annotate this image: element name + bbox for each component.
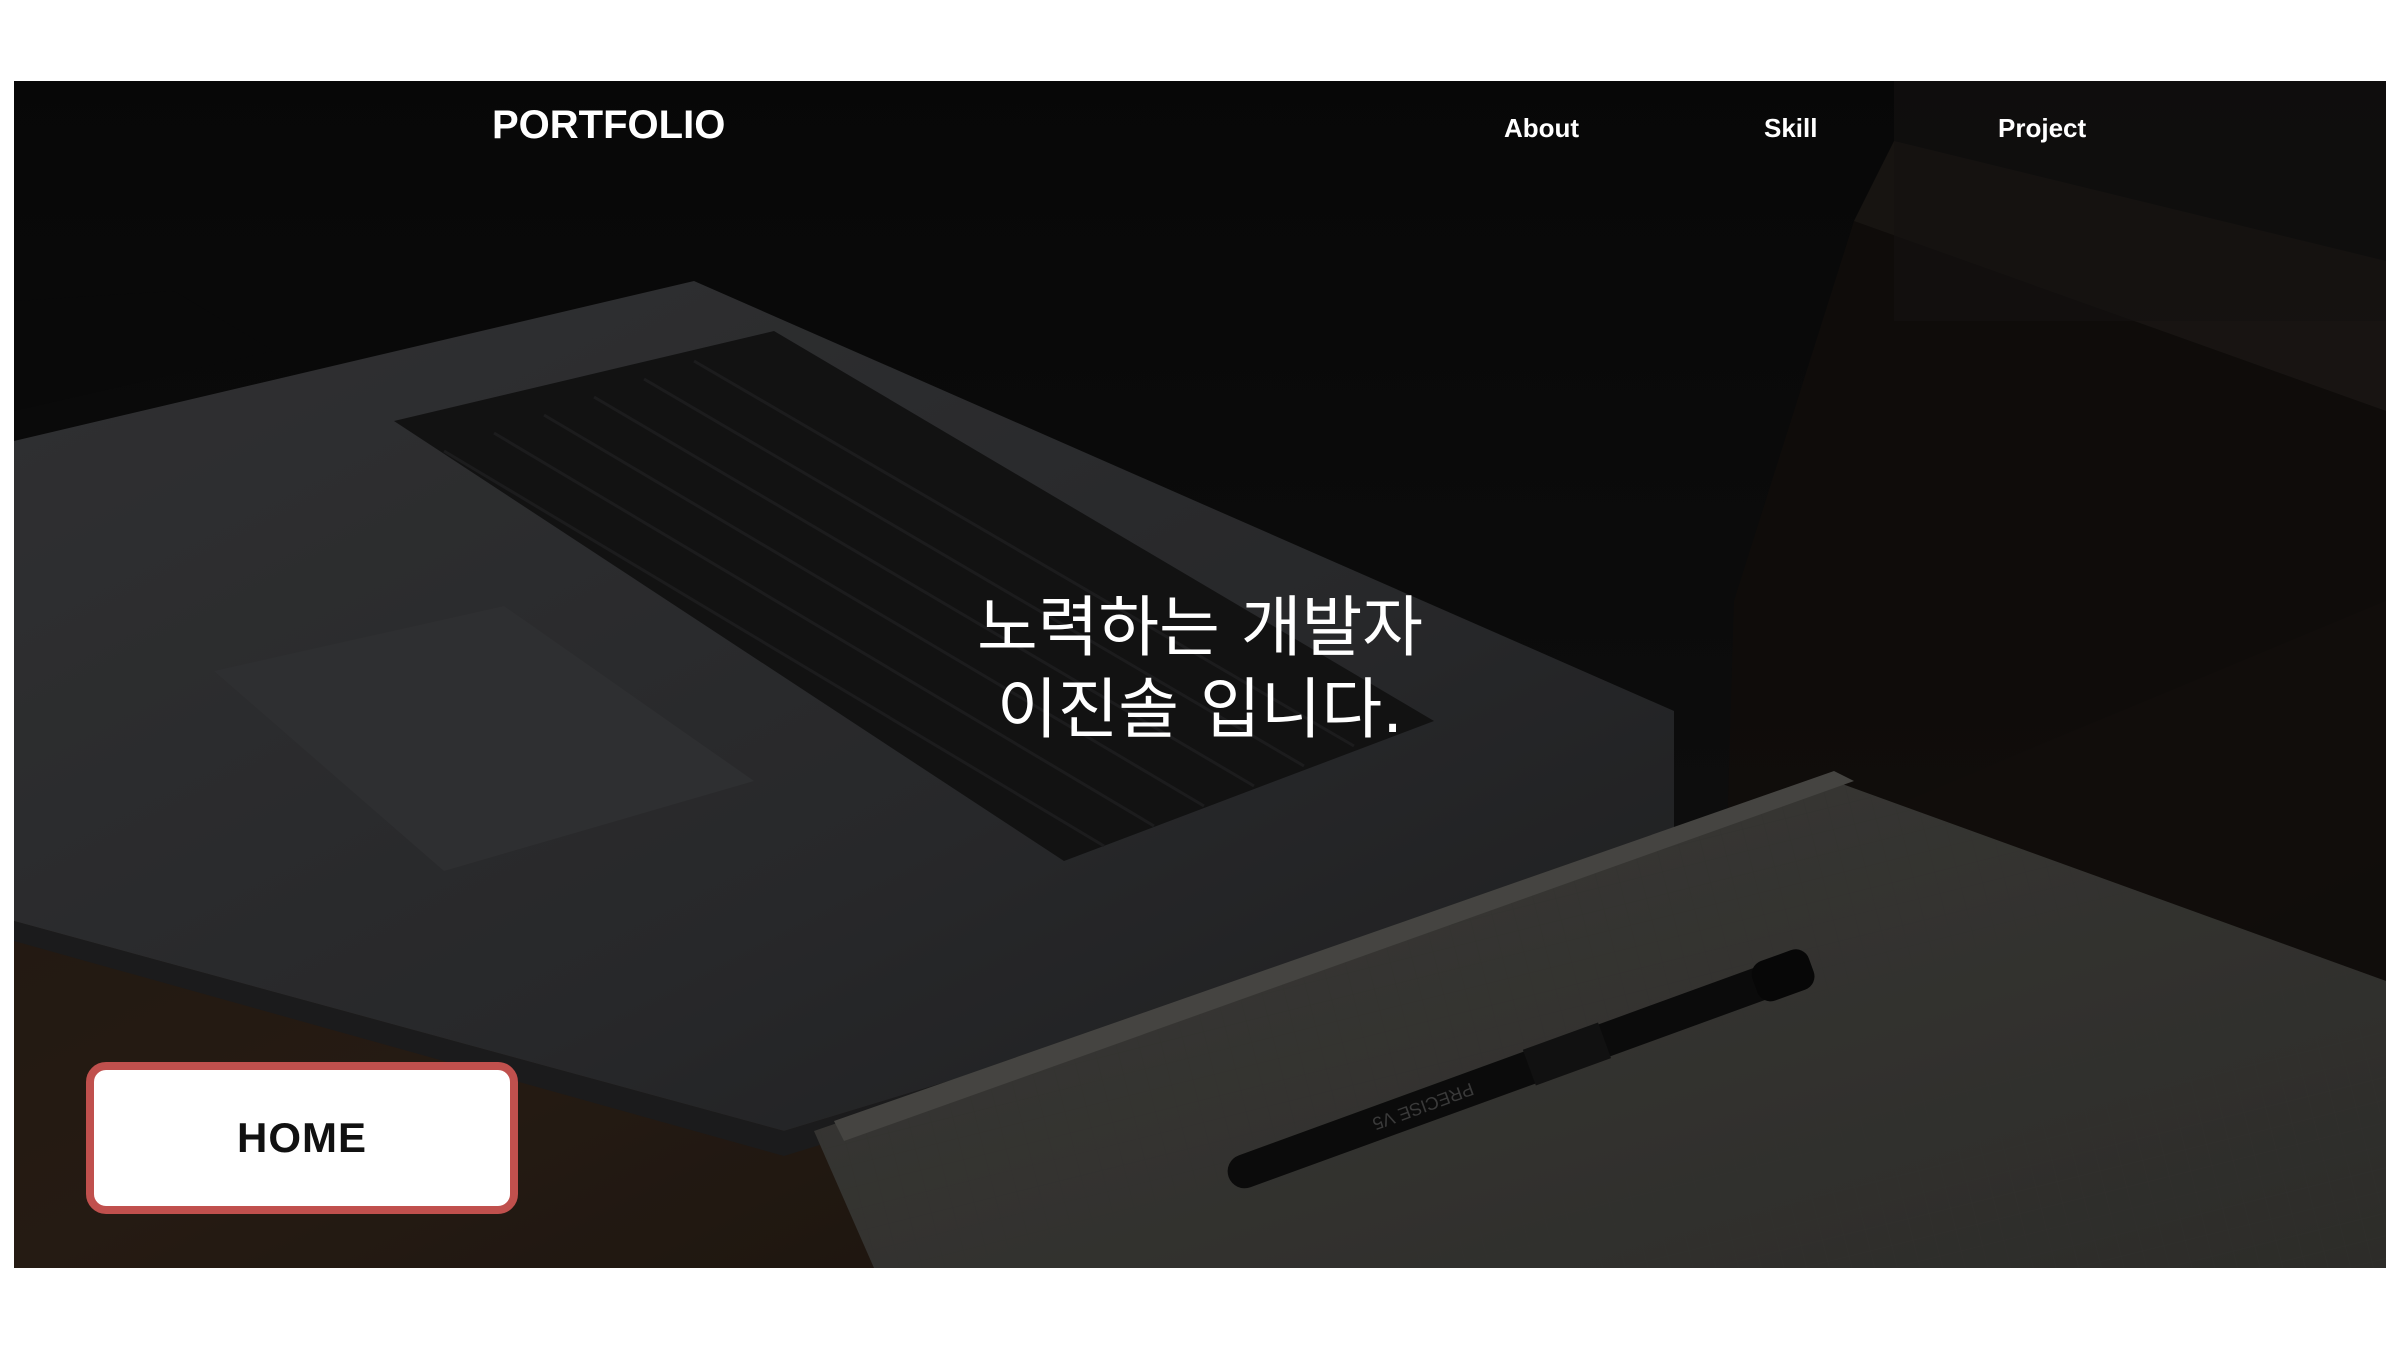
nav-project-link[interactable]: Project: [1998, 113, 2086, 144]
section-label-text: HOME: [237, 1114, 367, 1161]
nav-about-link[interactable]: About: [1504, 113, 1579, 144]
top-navbar: PORTFOLIO About Skill Project: [14, 81, 2386, 177]
hero-headline-line2: 이진솔 입니다.: [996, 671, 1404, 748]
nav-skill-link[interactable]: Skill: [1764, 113, 1817, 144]
slide: PRECISE V5 PORTFOLIO About Skill Project…: [0, 0, 2400, 1350]
hero-headline: 노력하는 개발자 이진솔 입니다.: [14, 587, 2386, 751]
site-logo[interactable]: PORTFOLIO: [492, 103, 725, 148]
section-label-home: HOME: [86, 1062, 518, 1214]
hero-headline-line1: 노력하는 개발자: [976, 589, 1424, 666]
